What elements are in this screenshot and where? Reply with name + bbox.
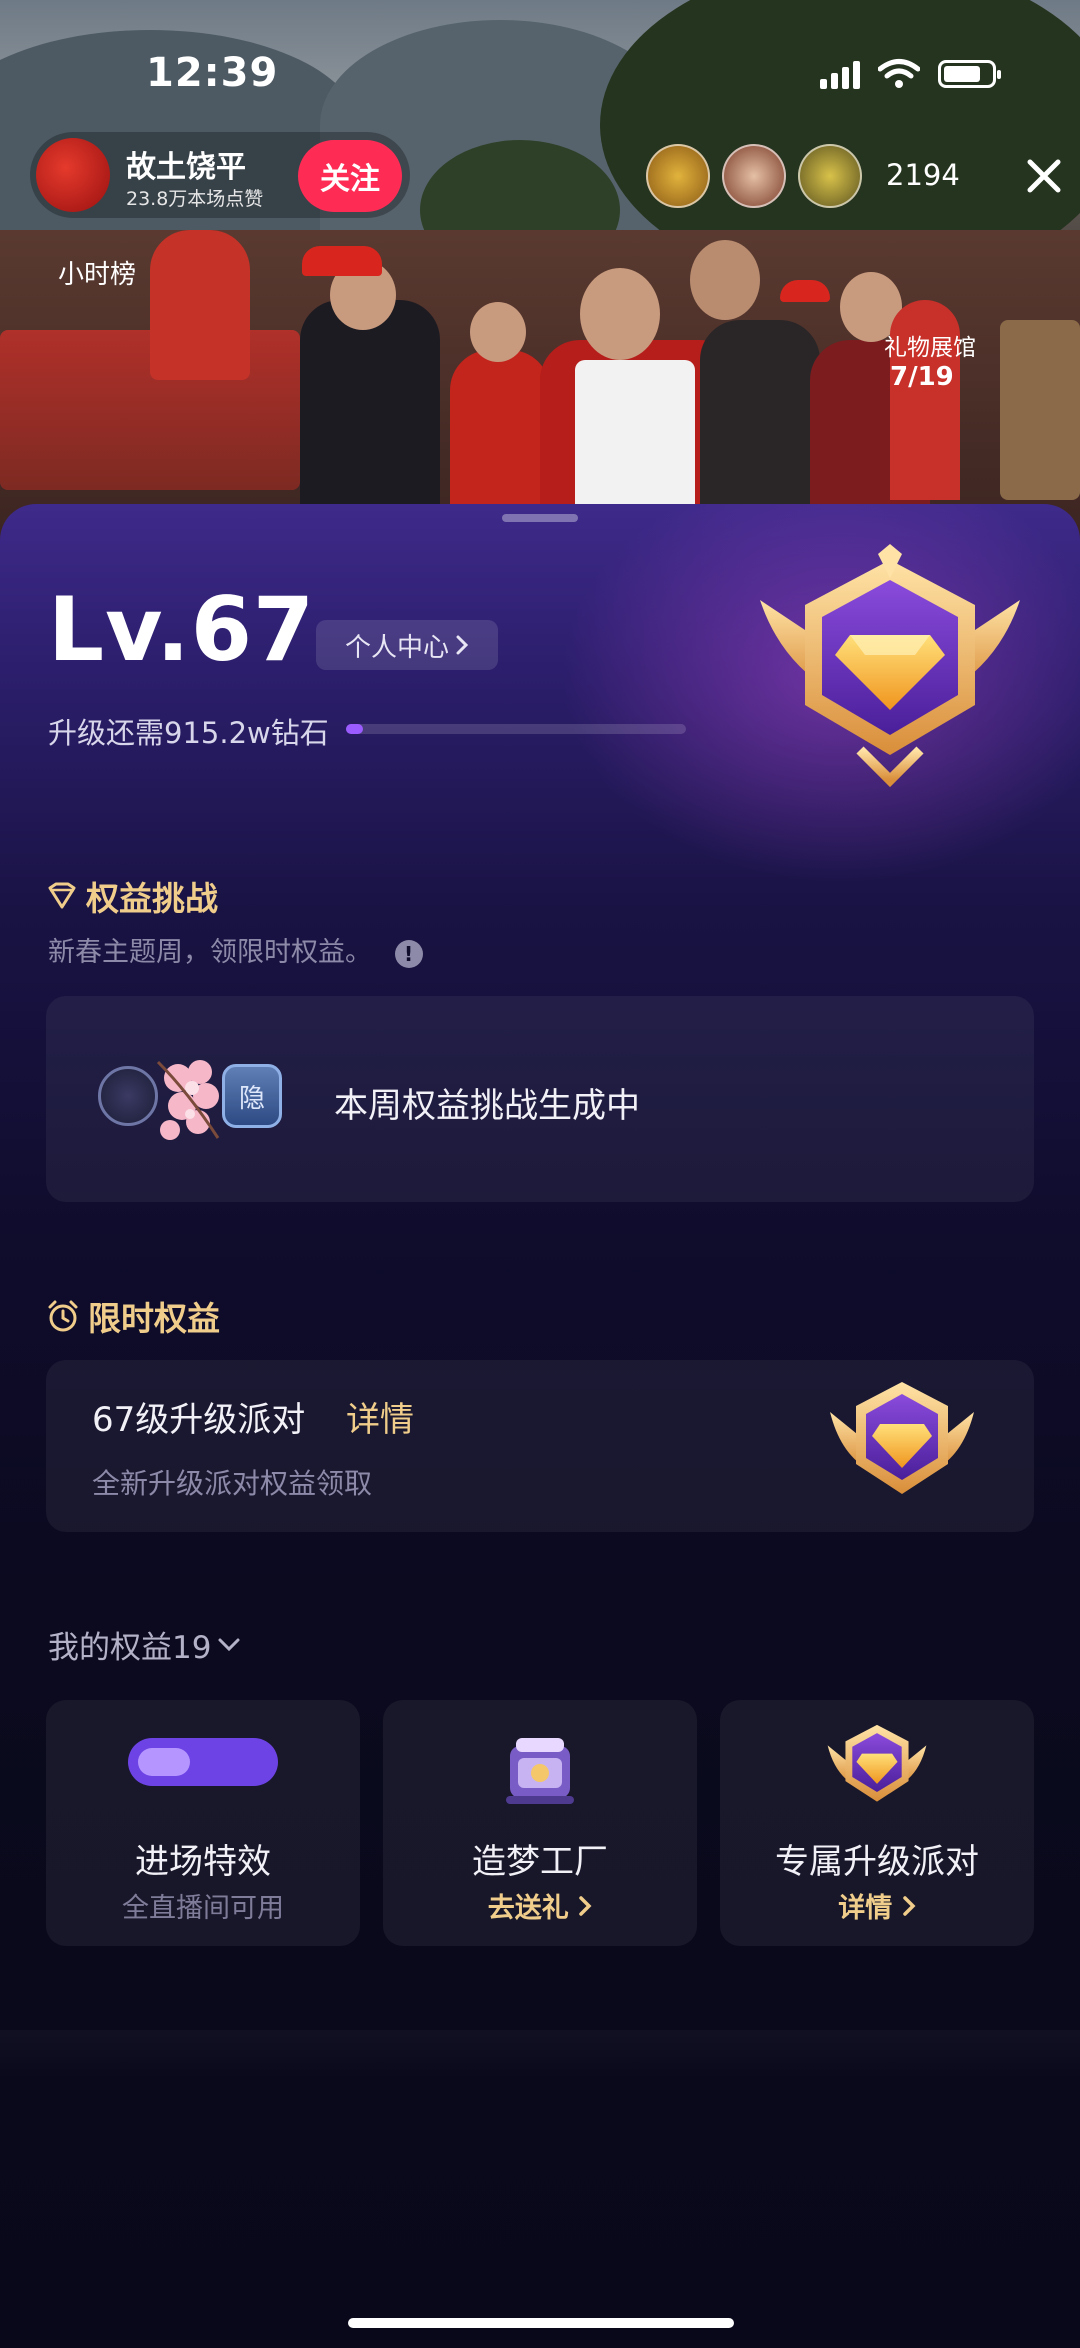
panel-drag-handle[interactable] [502,514,578,522]
follow-button[interactable]: 关注 [298,140,402,212]
viewer-avatar[interactable] [722,144,786,208]
hidden-badge-text: 隐 [238,1083,265,1114]
benefit-subtitle: 全直播间可用 [122,1893,284,1924]
limited-item-title: 67级升级派对 [92,1400,306,1440]
cellular-signal-icon [820,59,860,89]
benefit-card-dream-factory[interactable]: 造梦工厂 去送礼 [383,1700,697,1946]
benefit-challenge-subtitle: 新春主题周，领限时权益。 [48,937,372,968]
entry-effect-icon [128,1738,278,1786]
viewer-count[interactable]: 2194 [886,158,960,192]
my-benefits-title: 我的权益19 [48,1630,212,1666]
chevron-right-icon [902,1896,916,1916]
dream-factory-icon [506,1738,574,1804]
status-icons [820,58,1001,90]
hour-rank-link[interactable]: 小时榜 [58,254,136,291]
home-indicator[interactable] [348,2318,734,2328]
limited-benefit-heading: 限时权益 [46,1292,220,1340]
alarm-clock-icon [48,1300,78,1332]
limited-item-detail-link[interactable]: 详情 [346,1392,414,1441]
chevron-down-icon [218,1638,240,1651]
benefit-label: 造梦工厂 [472,1842,608,1882]
viewer-avatar[interactable] [798,144,862,208]
battery-icon [938,60,1001,88]
info-icon[interactable]: ! [394,939,423,968]
host-name: 故土饶平 [126,150,246,185]
benefit-link-label: 去送礼 [487,1893,569,1924]
benefit-label: 专属升级派对 [775,1842,979,1882]
benefit-link-label: 详情 [838,1893,893,1924]
my-benefits-toggle[interactable]: 我的权益19 [48,1622,241,1667]
upgrade-party-badge-icon [830,1382,974,1494]
host-likes: 23.8万本场点赞 [126,188,264,210]
viewer-avatar[interactable] [646,144,710,208]
hidden-badge-icon: 隐 [222,1064,282,1128]
host-avatar[interactable] [36,138,110,212]
gift-hall-link[interactable]: 礼物展馆 [884,328,976,362]
level-progress-fill [346,724,363,734]
limited-benefit-title: 限时权益 [88,1299,220,1338]
level-title: Lv.67 [48,578,316,681]
limited-item-subtitle: 全新升级派对权益领取 [92,1467,373,1500]
benefit-challenge-title: 权益挑战 [86,879,218,918]
benefit-card-entry-effect[interactable]: 进场特效 全直播间可用 [46,1700,360,1946]
benefit-label: 进场特效 [135,1842,271,1882]
benefit-card-upgrade-party[interactable]: 专属升级派对 详情 [720,1700,1034,1946]
challenge-status-text: 本周权益挑战生成中 [334,1086,640,1126]
level-progress-bar [346,724,686,734]
diamond-outline-icon [48,882,76,909]
gift-hall-count: 7/19 [890,362,954,392]
status-time: 12:39 [146,50,279,96]
benefit-link[interactable]: 去送礼 [383,1886,697,1925]
benefit-challenge-subtitle-row: 新春主题周，领限时权益。 ! [48,930,423,969]
benefit-challenge-heading: 权益挑战 [46,872,218,920]
personal-center-label: 个人中心 [344,632,449,663]
upgrade-party-badge-icon [827,1724,927,1802]
upgrade-tip: 升级还需915.2w钻石 [48,716,329,750]
benefit-link[interactable]: 详情 [720,1886,1034,1925]
chevron-right-icon [579,1896,592,1916]
personal-center-button[interactable]: 个人中心 [316,620,498,670]
close-icon[interactable] [1026,158,1062,194]
chevron-right-icon [456,635,469,655]
bottom-divider [0,2030,1080,2080]
wifi-icon [878,59,920,88]
level-badge-icon [760,544,1020,788]
